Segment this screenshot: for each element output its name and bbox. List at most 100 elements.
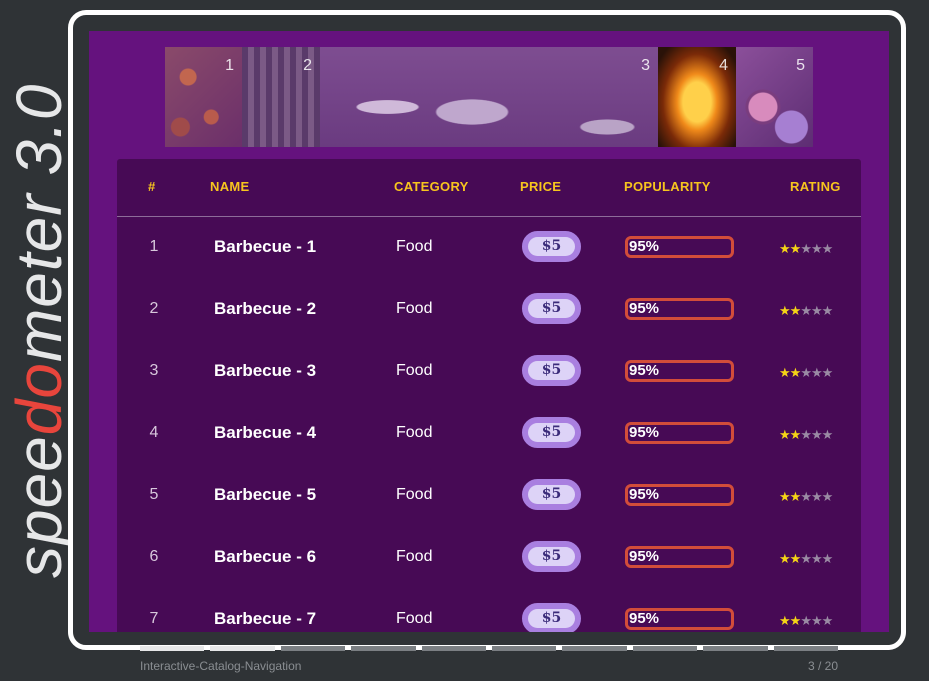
progress-segment[interactable]	[351, 646, 416, 651]
star-empty-icon: ★	[800, 427, 812, 442]
tile-number: 3	[641, 57, 650, 74]
star-filled-icon: ★	[779, 427, 791, 442]
popularity-bar: 95%	[625, 422, 734, 444]
price-badge: $5	[522, 541, 581, 572]
star-filled-icon: ★	[789, 489, 802, 504]
star-empty-icon: ★	[800, 303, 812, 318]
rating-stars: ★★★★★	[779, 365, 833, 381]
brand-suffix: meter	[3, 192, 75, 362]
star-empty-icon: ★	[800, 241, 812, 256]
star-empty-icon: ★	[810, 303, 823, 318]
column-header-price[interactable]: PRICE	[520, 179, 561, 194]
popularity-value: 95%	[629, 548, 660, 565]
progress-segment[interactable]	[562, 646, 627, 651]
item-name: Barbecue - 5	[214, 485, 317, 504]
item-name: Barbecue - 2	[214, 299, 317, 318]
category-tile-ice-cream[interactable]: 3	[320, 47, 658, 147]
item-name: Barbecue - 1	[214, 237, 317, 256]
price-badge: $5	[522, 479, 581, 510]
price-badge: $5	[522, 417, 581, 448]
popularity-bar: 95%	[625, 360, 734, 382]
price-value: $5	[528, 237, 575, 256]
progress-segment[interactable]	[210, 646, 275, 651]
rating-stars: ★★★★★	[779, 489, 833, 505]
progress-segment[interactable]	[492, 646, 557, 651]
star-filled-icon: ★	[779, 551, 791, 566]
table-row[interactable]: 3 Barbecue - 3 Food $5 95% ★★★★★	[117, 340, 861, 402]
item-category: Food	[396, 362, 433, 379]
item-category: Food	[396, 424, 433, 441]
table-row[interactable]: 5 Barbecue - 5 Food $5 95% ★★★★★	[117, 464, 861, 526]
column-header-rating[interactable]: RATING	[790, 179, 841, 194]
rating-stars: ★★★★★	[779, 551, 834, 567]
star-empty-icon: ★	[821, 551, 834, 566]
table-row[interactable]: 7 Barbecue - 7 Food $5 95% ★★★★★	[117, 588, 861, 632]
popularity-value: 95%	[629, 238, 660, 255]
popularity-value: 95%	[629, 486, 660, 503]
column-header-index[interactable]: #	[148, 179, 156, 194]
brand-prefix: spee	[3, 435, 75, 578]
progress-segment[interactable]	[703, 646, 768, 651]
star-filled-icon: ★	[779, 303, 791, 318]
category-tile-drinks[interactable]: 2	[242, 47, 320, 147]
category-tile-donuts[interactable]: 5	[736, 47, 813, 147]
star-empty-icon: ★	[800, 613, 812, 628]
popularity-value: 95%	[629, 362, 660, 379]
popularity-bar: 95%	[625, 236, 734, 258]
table-row[interactable]: 6 Barbecue - 6 Food $5 95% ★★★★★	[117, 526, 861, 588]
star-filled-icon: ★	[779, 241, 791, 256]
tile-number: 5	[796, 57, 805, 74]
table-row[interactable]: 4 Barbecue - 4 Food $5 95% ★★★★★	[117, 402, 861, 464]
item-category: Food	[396, 300, 433, 317]
star-filled-icon: ★	[789, 427, 802, 442]
popularity-bar: 95%	[625, 484, 734, 506]
table-header: # NAME CATEGORY PRICE POPULARITY RATING	[117, 159, 861, 217]
star-filled-icon: ★	[779, 613, 791, 628]
price-value: $5	[528, 361, 575, 380]
catalog-table: # NAME CATEGORY PRICE POPULARITY RATING …	[117, 159, 861, 632]
category-tile-barbecue[interactable]: 4	[658, 47, 736, 147]
row-index: 4	[149, 424, 159, 441]
progress-segment[interactable]	[421, 646, 487, 651]
rating-stars: ★★★★★	[779, 613, 834, 629]
rating-stars: ★★★★★	[779, 427, 834, 443]
table-row[interactable]: 2 Barbecue - 2 Food $5 95% ★★★★★	[117, 278, 861, 340]
price-badge: $5	[522, 293, 581, 324]
popularity-value: 95%	[629, 300, 660, 317]
progress-segment[interactable]	[280, 646, 346, 651]
page-counter: 3 / 20	[807, 659, 838, 673]
price-value: $5	[528, 485, 575, 504]
column-header-name[interactable]: NAME	[210, 179, 249, 194]
column-header-popularity[interactable]: POPULARITY	[624, 179, 711, 194]
popularity-bar: 95%	[625, 298, 734, 320]
svg-text:speedometer3.0: speedometer 3.0	[3, 83, 75, 578]
column-header-category[interactable]: CATEGORY	[394, 179, 469, 194]
popularity-value: 95%	[629, 610, 660, 627]
star-empty-icon: ★	[821, 613, 834, 628]
footer-title: Interactive-Catalog-Navigation	[140, 659, 302, 673]
star-empty-icon: ★	[810, 365, 823, 380]
star-filled-icon: ★	[789, 613, 802, 628]
row-index: 2	[149, 300, 159, 317]
category-tile-pizza[interactable]: 1	[165, 47, 242, 147]
star-filled-icon: ★	[779, 489, 791, 504]
catalog-stage: 1 2 3 4 5 # NAME CATEGORY PRICE POPULARI…	[89, 31, 889, 632]
rating-stars: ★★★★★	[779, 303, 833, 319]
progress-segment[interactable]	[140, 646, 205, 651]
row-index: 7	[149, 610, 159, 627]
progress-segment[interactable]	[773, 646, 839, 651]
price-value: $5	[528, 547, 575, 566]
price-value: $5	[528, 609, 575, 628]
tile-number: 1	[225, 57, 234, 74]
item-category: Food	[396, 610, 433, 627]
star-empty-icon: ★	[821, 427, 834, 442]
row-index: 3	[149, 362, 159, 379]
progress-segment[interactable]	[632, 646, 698, 651]
popularity-bar: 95%	[625, 608, 734, 630]
star-empty-icon: ★	[821, 241, 834, 256]
star-filled-icon: ★	[789, 303, 802, 318]
table-row[interactable]: 1 Barbecue - 1 Food $5 95% ★★★★★	[117, 216, 861, 278]
popularity-value: 95%	[629, 424, 660, 441]
item-category: Food	[396, 486, 433, 503]
star-empty-icon: ★	[800, 365, 812, 380]
